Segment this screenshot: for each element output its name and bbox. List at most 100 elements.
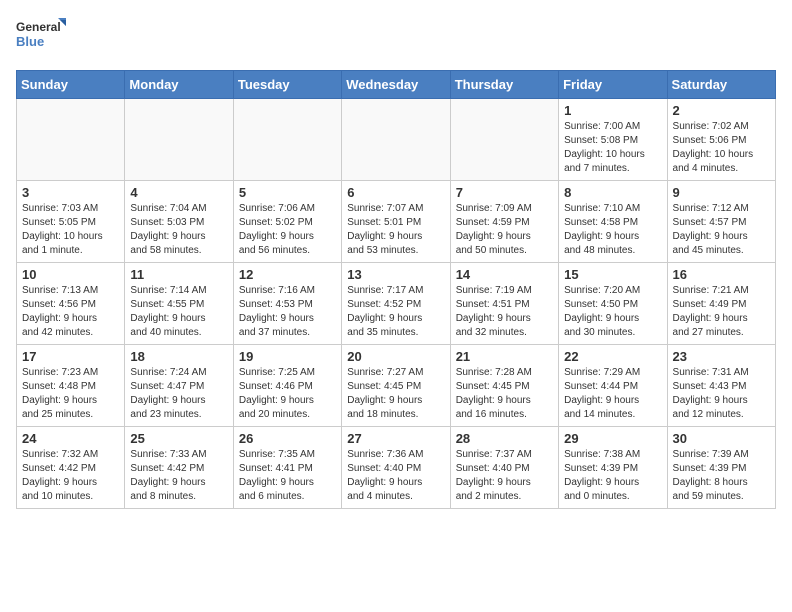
weekday-header-wednesday: Wednesday <box>342 71 450 99</box>
day-info: Sunrise: 7:00 AM Sunset: 5:08 PM Dayligh… <box>564 120 661 176</box>
day-info: Sunrise: 7:33 AM Sunset: 4:42 PM Dayligh… <box>130 448 227 504</box>
day-number: 14 <box>456 267 553 282</box>
calendar-cell: 7 Sunrise: 7:09 AM Sunset: 4:59 PM Daylig… <box>450 181 558 263</box>
calendar-cell: 26 Sunrise: 7:35 AM Sunset: 4:41 PM Dayli… <box>233 427 341 509</box>
day-info: Sunrise: 7:35 AM Sunset: 4:41 PM Dayligh… <box>239 448 336 504</box>
day-number: 23 <box>673 349 770 364</box>
calendar-cell: 5 Sunrise: 7:06 AM Sunset: 5:02 PM Daylig… <box>233 181 341 263</box>
day-info: Sunrise: 7:31 AM Sunset: 4:43 PM Dayligh… <box>673 366 770 422</box>
day-number: 11 <box>130 267 227 282</box>
day-number: 2 <box>673 103 770 118</box>
calendar-cell: 11Sunrise: 7:14 AM Sunset: 4:55 PM Dayli… <box>125 263 233 345</box>
calendar-cell: 29 Sunrise: 7:38 AM Sunset: 4:39 PM Dayli… <box>559 427 667 509</box>
day-number: 21 <box>456 349 553 364</box>
day-number: 7 <box>456 185 553 200</box>
calendar-cell: 12Sunrise: 7:16 AM Sunset: 4:53 PM Dayli… <box>233 263 341 345</box>
day-number: 10 <box>22 267 119 282</box>
day-info: Sunrise: 7:28 AM Sunset: 4:45 PM Dayligh… <box>456 366 553 422</box>
weekday-header-tuesday: Tuesday <box>233 71 341 99</box>
calendar-cell: 22Sunrise: 7:29 AM Sunset: 4:44 PM Dayli… <box>559 345 667 427</box>
day-number: 28 <box>456 431 553 446</box>
calendar-cell: 1 Sunrise: 7:00 AM Sunset: 5:08 PM Daylig… <box>559 99 667 181</box>
day-info: Sunrise: 7:37 AM Sunset: 4:40 PM Dayligh… <box>456 448 553 504</box>
calendar-cell: 30 Sunrise: 7:39 AM Sunset: 4:39 PM Dayli… <box>667 427 775 509</box>
day-info: Sunrise: 7:36 AM Sunset: 4:40 PM Dayligh… <box>347 448 444 504</box>
calendar-cell: 15 Sunrise: 7:20 AM Sunset: 4:50 PM Dayli… <box>559 263 667 345</box>
day-info: Sunrise: 7:39 AM Sunset: 4:39 PM Dayligh… <box>673 448 770 504</box>
day-number: 25 <box>130 431 227 446</box>
day-number: 19 <box>239 349 336 364</box>
calendar-cell: 18 Sunrise: 7:24 AM Sunset: 4:47 PM Dayli… <box>125 345 233 427</box>
day-info: Sunrise: 7:06 AM Sunset: 5:02 PM Dayligh… <box>239 202 336 258</box>
day-number: 16 <box>673 267 770 282</box>
day-info: Sunrise: 7:38 AM Sunset: 4:39 PM Dayligh… <box>564 448 661 504</box>
day-number: 3 <box>22 185 119 200</box>
day-info: Sunrise: 7:10 AM Sunset: 4:58 PM Dayligh… <box>564 202 661 258</box>
calendar-cell: 23 Sunrise: 7:31 AM Sunset: 4:43 PM Dayli… <box>667 345 775 427</box>
day-number: 6 <box>347 185 444 200</box>
calendar-cell <box>233 99 341 181</box>
calendar-cell: 4Sunrise: 7:04 AM Sunset: 5:03 PM Daylig… <box>125 181 233 263</box>
svg-text:Blue: Blue <box>16 34 44 49</box>
calendar-cell <box>342 99 450 181</box>
calendar-cell: 20 Sunrise: 7:27 AM Sunset: 4:45 PM Dayli… <box>342 345 450 427</box>
week-row-3: 10 Sunrise: 7:13 AM Sunset: 4:56 PM Dayli… <box>17 263 776 345</box>
calendar-cell: 16 Sunrise: 7:21 AM Sunset: 4:49 PM Dayli… <box>667 263 775 345</box>
day-number: 18 <box>130 349 227 364</box>
day-number: 27 <box>347 431 444 446</box>
day-info: Sunrise: 7:02 AM Sunset: 5:06 PM Dayligh… <box>673 120 770 176</box>
day-info: Sunrise: 7:03 AM Sunset: 5:05 PM Dayligh… <box>22 202 119 258</box>
day-number: 4 <box>130 185 227 200</box>
day-info: Sunrise: 7:25 AM Sunset: 4:46 PM Dayligh… <box>239 366 336 422</box>
calendar-cell: 10 Sunrise: 7:13 AM Sunset: 4:56 PM Dayli… <box>17 263 125 345</box>
day-number: 15 <box>564 267 661 282</box>
calendar-cell: 14 Sunrise: 7:19 AM Sunset: 4:51 PM Dayli… <box>450 263 558 345</box>
calendar-cell <box>125 99 233 181</box>
weekday-header-friday: Friday <box>559 71 667 99</box>
day-info: Sunrise: 7:17 AM Sunset: 4:52 PM Dayligh… <box>347 284 444 340</box>
day-info: Sunrise: 7:09 AM Sunset: 4:59 PM Dayligh… <box>456 202 553 258</box>
calendar-cell: 17Sunrise: 7:23 AM Sunset: 4:48 PM Dayli… <box>17 345 125 427</box>
day-info: Sunrise: 7:21 AM Sunset: 4:49 PM Dayligh… <box>673 284 770 340</box>
calendar-cell: 9 Sunrise: 7:12 AM Sunset: 4:57 PM Daylig… <box>667 181 775 263</box>
calendar-cell: 25 Sunrise: 7:33 AM Sunset: 4:42 PM Dayli… <box>125 427 233 509</box>
calendar-cell <box>450 99 558 181</box>
weekday-header-monday: Monday <box>125 71 233 99</box>
weekday-header-row: SundayMondayTuesdayWednesdayThursdayFrid… <box>17 71 776 99</box>
day-number: 13 <box>347 267 444 282</box>
day-number: 24 <box>22 431 119 446</box>
day-number: 5 <box>239 185 336 200</box>
day-info: Sunrise: 7:27 AM Sunset: 4:45 PM Dayligh… <box>347 366 444 422</box>
day-number: 29 <box>564 431 661 446</box>
calendar-cell: 28 Sunrise: 7:37 AM Sunset: 4:40 PM Dayli… <box>450 427 558 509</box>
calendar-cell: 24 Sunrise: 7:32 AM Sunset: 4:42 PM Dayli… <box>17 427 125 509</box>
calendar-cell: 19 Sunrise: 7:25 AM Sunset: 4:46 PM Dayli… <box>233 345 341 427</box>
day-info: Sunrise: 7:19 AM Sunset: 4:51 PM Dayligh… <box>456 284 553 340</box>
day-number: 1 <box>564 103 661 118</box>
day-info: Sunrise: 7:07 AM Sunset: 5:01 PM Dayligh… <box>347 202 444 258</box>
day-number: 20 <box>347 349 444 364</box>
day-info: Sunrise: 7:12 AM Sunset: 4:57 PM Dayligh… <box>673 202 770 258</box>
logo: General Blue <box>16 16 66 58</box>
day-number: 8 <box>564 185 661 200</box>
day-info: Sunrise: 7:20 AM Sunset: 4:50 PM Dayligh… <box>564 284 661 340</box>
calendar-cell: 13 Sunrise: 7:17 AM Sunset: 4:52 PM Dayli… <box>342 263 450 345</box>
page-header: General Blue <box>16 16 776 58</box>
day-info: Sunrise: 7:13 AM Sunset: 4:56 PM Dayligh… <box>22 284 119 340</box>
day-info: Sunrise: 7:32 AM Sunset: 4:42 PM Dayligh… <box>22 448 119 504</box>
day-info: Sunrise: 7:24 AM Sunset: 4:47 PM Dayligh… <box>130 366 227 422</box>
week-row-5: 24 Sunrise: 7:32 AM Sunset: 4:42 PM Dayli… <box>17 427 776 509</box>
day-number: 12 <box>239 267 336 282</box>
calendar-cell: 21 Sunrise: 7:28 AM Sunset: 4:45 PM Dayli… <box>450 345 558 427</box>
day-number: 22 <box>564 349 661 364</box>
day-number: 9 <box>673 185 770 200</box>
svg-text:General: General <box>16 20 61 34</box>
calendar-table: SundayMondayTuesdayWednesdayThursdayFrid… <box>16 70 776 509</box>
calendar-cell: 3 Sunrise: 7:03 AM Sunset: 5:05 PM Daylig… <box>17 181 125 263</box>
week-row-1: 1 Sunrise: 7:00 AM Sunset: 5:08 PM Daylig… <box>17 99 776 181</box>
logo-svg: General Blue <box>16 16 66 58</box>
day-number: 26 <box>239 431 336 446</box>
calendar-cell <box>17 99 125 181</box>
day-number: 30 <box>673 431 770 446</box>
calendar-cell: 27 Sunrise: 7:36 AM Sunset: 4:40 PM Dayli… <box>342 427 450 509</box>
